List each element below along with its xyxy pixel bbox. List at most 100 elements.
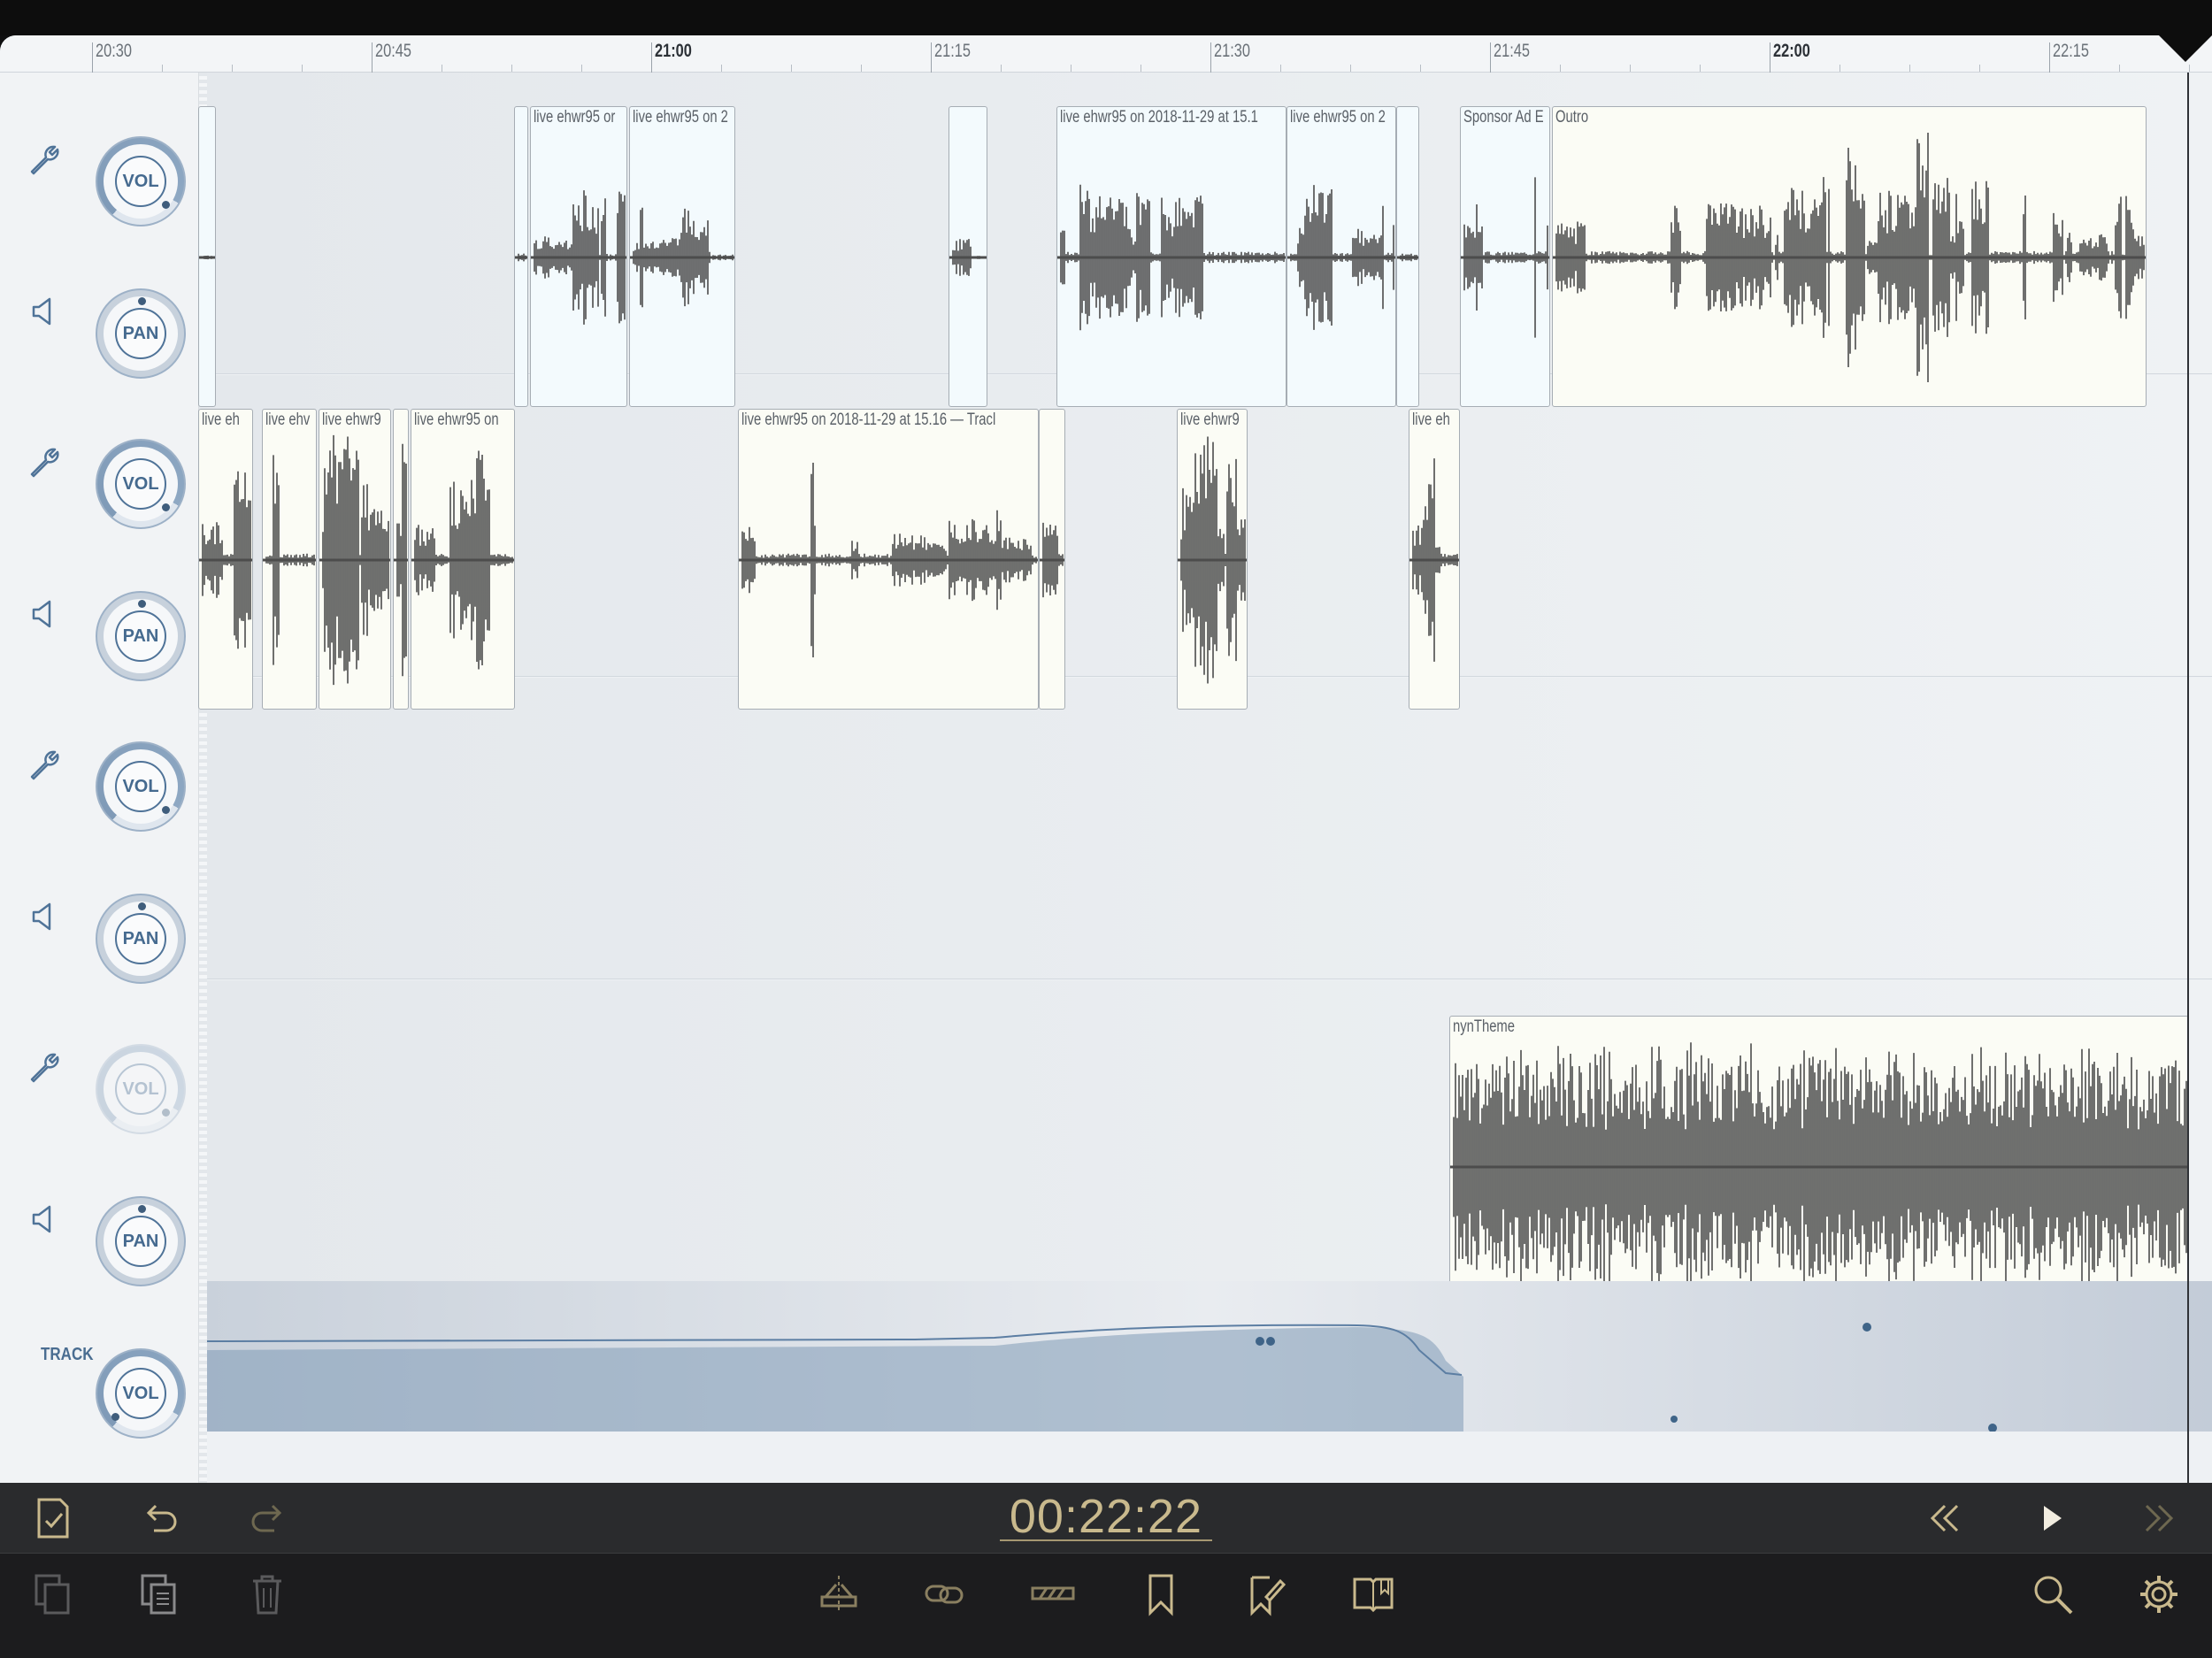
waveform bbox=[1397, 253, 1418, 262]
playhead[interactable] bbox=[2187, 73, 2189, 1483]
audio-clip[interactable]: live ehwr9 bbox=[1177, 409, 1248, 710]
audio-clip[interactable] bbox=[393, 409, 409, 710]
document-check-icon[interactable] bbox=[27, 1492, 80, 1545]
ruler-tick bbox=[372, 42, 373, 73]
volume-knob[interactable]: VOL bbox=[96, 1044, 186, 1134]
clip-label: live ehwr95 on 2018-11-29 at 15.1 bbox=[1060, 108, 1258, 127]
bookmark-icon[interactable] bbox=[1134, 1568, 1187, 1621]
split-icon[interactable] bbox=[812, 1568, 865, 1621]
audio-clip[interactable]: live ehwr95 on 2 bbox=[629, 106, 735, 407]
volume-knob[interactable]: VOL bbox=[96, 741, 186, 832]
audio-clip[interactable] bbox=[1396, 106, 1419, 407]
ruler-time-label: 21:30 bbox=[1214, 41, 1250, 61]
audio-clip[interactable]: live ehwr95 or bbox=[530, 106, 627, 407]
audio-clip[interactable]: Outro bbox=[1552, 106, 2147, 407]
knob-indicator bbox=[138, 297, 146, 305]
waveform bbox=[739, 463, 1038, 657]
ruler-time-label: 20:45 bbox=[375, 41, 411, 61]
redo-icon[interactable] bbox=[241, 1492, 294, 1545]
volume-knob[interactable]: VOL bbox=[96, 439, 186, 529]
ruler-minor-tick bbox=[511, 65, 512, 72]
clip-label: live eh bbox=[1412, 411, 1450, 429]
automation-point[interactable] bbox=[1988, 1424, 1997, 1432]
audio-clip[interactable]: live ehwr95 on 2 bbox=[1286, 106, 1396, 407]
undo-icon[interactable] bbox=[134, 1492, 188, 1545]
trash-icon[interactable] bbox=[241, 1568, 294, 1621]
track-lane-controls: VOL PAN bbox=[0, 980, 205, 1286]
ruler-minor-tick bbox=[232, 65, 233, 72]
fade-icon[interactable] bbox=[1026, 1568, 1079, 1621]
pan-knob-label: PAN bbox=[115, 1216, 166, 1267]
pan-knob[interactable]: PAN bbox=[96, 894, 186, 984]
audio-clip[interactable]: live ehwr95 on 2018-11-29 at 15.1 bbox=[1056, 106, 1286, 407]
wrench-icon[interactable] bbox=[25, 140, 64, 179]
ruler-tick bbox=[92, 42, 93, 73]
waveform bbox=[199, 471, 252, 649]
ruler-minor-tick bbox=[2119, 65, 2120, 72]
knob-indicator bbox=[162, 503, 170, 511]
pan-knob[interactable]: PAN bbox=[96, 288, 186, 379]
speaker-icon[interactable] bbox=[25, 1200, 64, 1239]
automation-curve[interactable] bbox=[206, 1281, 2212, 1432]
speaker-icon[interactable] bbox=[25, 897, 64, 936]
play-icon[interactable] bbox=[2024, 1492, 2078, 1545]
timeline-ruler[interactable]: 20:30 20:45 21:00 21:15 21:30 21:45 22:00 22:15 bbox=[0, 35, 2212, 73]
audio-clip[interactable]: live eh bbox=[1409, 409, 1460, 710]
wrench-icon[interactable] bbox=[25, 1048, 64, 1086]
audio-clip[interactable] bbox=[198, 106, 216, 407]
audio-clip[interactable]: live ehwr9 bbox=[319, 409, 391, 710]
volume-knob-label: VOL bbox=[115, 458, 166, 510]
track-lane-controls: VOL PAN bbox=[0, 678, 205, 984]
audio-clip[interactable] bbox=[1039, 409, 1065, 710]
pan-knob[interactable]: PAN bbox=[96, 591, 186, 681]
track-lane-controls: VOL PAN bbox=[0, 73, 205, 379]
link-icon[interactable] bbox=[918, 1568, 972, 1621]
audio-clip[interactable]: Sponsor Ad E bbox=[1460, 106, 1550, 407]
audio-clip[interactable] bbox=[514, 106, 528, 407]
ruler-minor-tick bbox=[162, 65, 163, 72]
edit-marker-icon[interactable] bbox=[1239, 1568, 1292, 1621]
volume-knob[interactable]: VOL bbox=[96, 136, 186, 226]
screen-corner bbox=[2159, 35, 2212, 62]
time-display[interactable]: 00:22:22 bbox=[1000, 1492, 1212, 1541]
audio-clip[interactable]: nynTheme bbox=[1449, 1016, 2189, 1316]
waveform bbox=[319, 434, 390, 686]
ruler-minor-tick bbox=[721, 65, 722, 72]
speaker-icon[interactable] bbox=[25, 292, 64, 331]
audio-clip[interactable]: live ehv bbox=[262, 409, 317, 710]
pan-knob-label: PAN bbox=[115, 913, 166, 964]
ruler-time-label: 21:00 bbox=[655, 41, 692, 61]
track-row[interactable] bbox=[207, 678, 2212, 979]
wrench-icon[interactable] bbox=[25, 442, 64, 481]
chapters-icon[interactable] bbox=[1347, 1568, 1400, 1621]
automation-point[interactable] bbox=[1266, 1337, 1275, 1346]
rewind-icon[interactable] bbox=[1918, 1492, 1971, 1545]
wrench-icon[interactable] bbox=[25, 745, 64, 784]
knob-indicator bbox=[138, 600, 146, 608]
waveform bbox=[199, 255, 215, 260]
ruler-minor-tick bbox=[1979, 65, 1980, 72]
audio-clip[interactable] bbox=[949, 106, 987, 407]
automation-point[interactable] bbox=[1256, 1337, 1264, 1346]
gear-icon[interactable] bbox=[2132, 1568, 2185, 1621]
pan-knob[interactable]: PAN bbox=[96, 1196, 186, 1286]
search-icon[interactable] bbox=[2026, 1568, 2079, 1621]
audio-clip[interactable]: live eh bbox=[198, 409, 253, 710]
automation-point[interactable] bbox=[1863, 1323, 1871, 1332]
master-volume-automation[interactable] bbox=[206, 1281, 2212, 1432]
paste-icon[interactable] bbox=[133, 1568, 186, 1621]
audio-clip[interactable]: live ehwr95 on 2018-11-29 at 15.16 — Tra… bbox=[738, 409, 1039, 710]
track-area[interactable]: live ehwr95 or live ehwr95 on 2 live ehwr9… bbox=[198, 73, 2212, 1483]
ruler-minor-tick bbox=[1839, 65, 1840, 72]
waveform bbox=[1040, 522, 1064, 598]
master-volume-label: VOL bbox=[115, 1368, 166, 1419]
audio-clip[interactable]: live ehwr95 on bbox=[411, 409, 515, 710]
speaker-icon[interactable] bbox=[25, 595, 64, 633]
knob-indicator bbox=[162, 201, 170, 209]
clip-label: live ehwr9 bbox=[322, 411, 381, 429]
master-track-label: TRACK bbox=[41, 1345, 94, 1364]
copy-icon[interactable] bbox=[27, 1568, 80, 1621]
automation-point[interactable] bbox=[1671, 1416, 1678, 1423]
fast-forward-icon[interactable] bbox=[2132, 1492, 2185, 1545]
master-volume-knob[interactable]: VOL bbox=[96, 1348, 186, 1439]
